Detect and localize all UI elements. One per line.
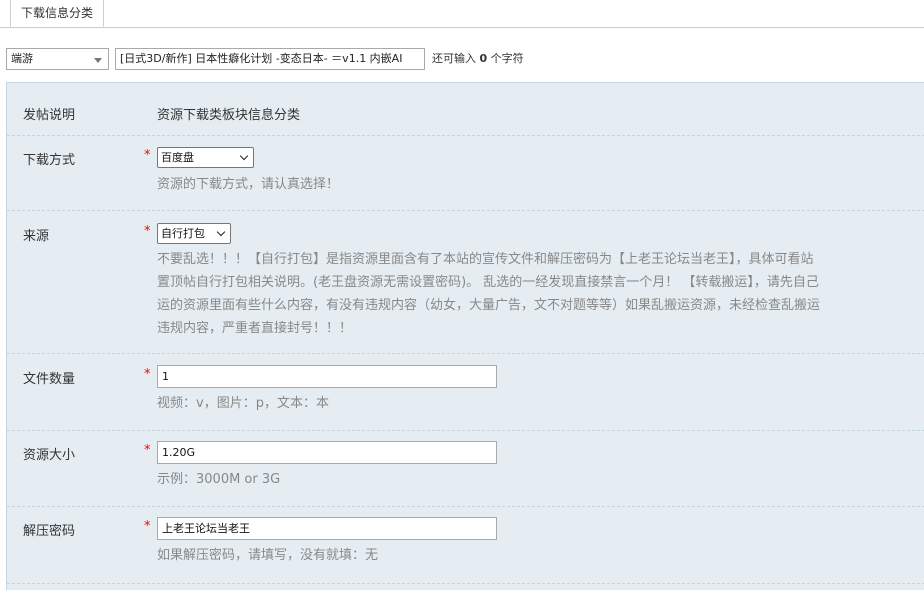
required-mark: * — [144, 148, 151, 163]
download-method-hint: 资源的下载方式，请认真选择！ — [157, 177, 340, 192]
download-method-value: 百度盘 — [161, 151, 194, 164]
unzip-password-label: 解压密码 — [23, 524, 76, 539]
unzip-password-input[interactable]: 上老王论坛当老王 — [157, 517, 497, 540]
download-method-label: 下载方式 — [23, 153, 76, 168]
source-value: 自行打包 — [161, 227, 205, 240]
resource-size-input[interactable]: 1.20G — [157, 441, 497, 464]
required-mark: * — [144, 224, 151, 239]
source-hint-line: 运的资源里面有些什么内容，有没有违规内容（幼女，大量广告，文不对题等等）如果乱搬… — [157, 298, 821, 313]
file-count-hint: 视频：v，图片：p，文本：本 — [157, 396, 329, 411]
section-download-method: 下载方式 * 百度盘 资源的下载方式，请认真选择！ — [7, 136, 924, 211]
chevron-down-icon — [94, 58, 102, 63]
tab-strip: 下载信息分类 — [0, 0, 924, 28]
resource-size-label: 资源大小 — [23, 448, 76, 463]
posting-note-value: 资源下载类板块信息分类 — [157, 108, 301, 123]
file-count-input[interactable]: 1 — [157, 365, 497, 388]
type-option-panel: 发帖说明 资源下载类板块信息分类 下载方式 * 百度盘 资源的下载方式，请认真选… — [6, 82, 924, 590]
section-source: 来源 * 自行打包 不要乱选！！！【自行打包】是指资源里面含有了本站的宣传文件和… — [7, 211, 924, 354]
file-count-label: 文件数量 — [23, 372, 76, 387]
char-count-hint: 还可输入 0 个字符 — [432, 48, 524, 70]
download-method-select[interactable]: 百度盘 — [157, 147, 254, 168]
source-label: 来源 — [23, 229, 50, 244]
subject-input[interactable]: [日式3D/新作] 日本性癖化计划 -变态日本- ＝v1.1 内嵌AI — [115, 48, 425, 70]
section-resource-size: 资源大小 * 1.20G 示例：3000M or 3G — [7, 431, 924, 507]
chevron-down-icon — [239, 151, 249, 161]
source-select[interactable]: 自行打包 — [157, 223, 231, 244]
required-mark: * — [144, 519, 151, 534]
section-posting-note: 发帖说明 资源下载类板块信息分类 — [7, 83, 924, 136]
char-hint-suffix: 个字符 — [490, 52, 524, 65]
source-hint-line: 置顶帖自行打包相关说明。(老王盘资源无需设置密码)。 乱选的一经发现直接禁言一个… — [157, 275, 819, 290]
section-file-count: 文件数量 * 1 视频：v，图片：p，文本：本 — [7, 354, 924, 431]
posting-note-label: 发帖说明 — [23, 108, 76, 123]
source-hint-line: 不要乱选！！！【自行打包】是指资源里面含有了本站的宣传文件和解压密码为【上老王论… — [157, 252, 814, 267]
chevron-down-icon — [216, 227, 226, 237]
section-unzip-password: 解压密码 * 上老王论坛当老王 如果解压密码，请填写，没有就填：无 — [7, 507, 924, 584]
thread-type-value: 端游 — [11, 52, 33, 65]
thread-type-select[interactable]: 端游 — [6, 48, 109, 70]
required-mark: * — [144, 443, 151, 458]
char-hint-count: 0 — [479, 52, 488, 65]
required-mark: * — [144, 367, 151, 382]
tab-download-info-category[interactable]: 下载信息分类 — [10, 0, 104, 27]
char-hint-prefix: 还可输入 — [432, 52, 476, 65]
resource-size-hint: 示例：3000M or 3G — [157, 472, 281, 487]
unzip-password-hint: 如果解压密码，请填写，没有就填：无 — [157, 548, 379, 563]
source-hint-line: 违规内容，严重者直接封号！！！ — [157, 321, 353, 336]
